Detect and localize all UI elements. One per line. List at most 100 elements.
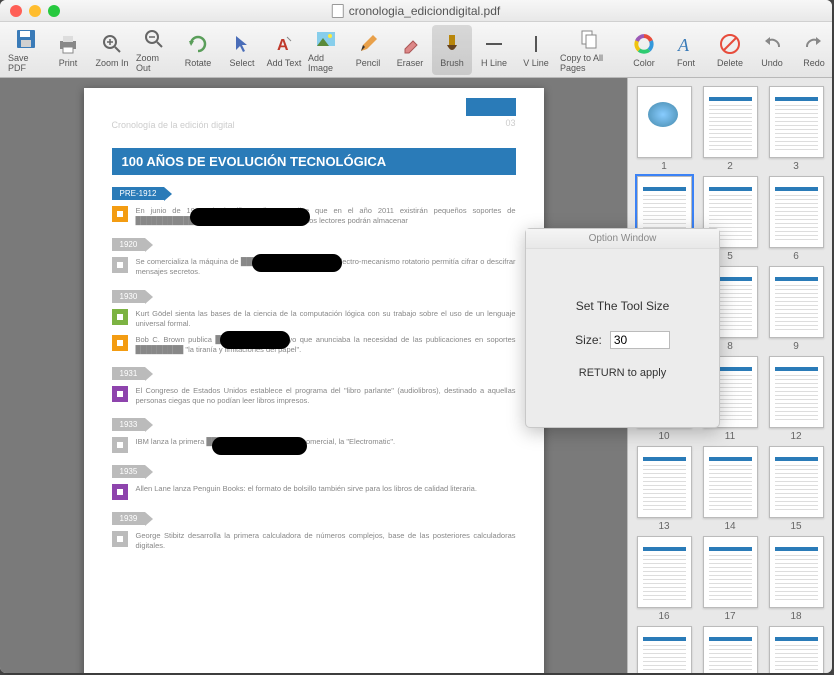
thumbnail-label: 16 xyxy=(634,611,694,622)
eraser-button[interactable]: Eraser xyxy=(390,25,430,75)
undo-button[interactable]: Undo xyxy=(752,25,792,75)
bullet-icon xyxy=(112,257,128,273)
thumbnail-13[interactable] xyxy=(637,446,692,518)
year-1930: 1930 xyxy=(112,290,146,303)
thumbnail-label: 9 xyxy=(766,341,826,352)
thumbnail-14[interactable] xyxy=(703,446,758,518)
size-input[interactable] xyxy=(610,331,670,349)
color-wheel-icon xyxy=(632,32,656,56)
save-pdf-button[interactable]: Save PDF xyxy=(6,25,46,75)
redo-button[interactable]: Redo xyxy=(794,25,832,75)
option-hint: RETURN to apply xyxy=(542,367,703,379)
brush-icon xyxy=(440,32,464,56)
toolbar: Save PDF Print Zoom In Zoom Out Rotate S… xyxy=(0,22,832,78)
copy-icon xyxy=(577,27,601,51)
thumbnail-18[interactable] xyxy=(769,536,824,608)
entry-text: El Congreso de Estados Unidos establece … xyxy=(136,386,516,406)
thumbnail-2[interactable] xyxy=(703,86,758,158)
option-heading: Set The Tool Size xyxy=(542,299,703,313)
add-image-button[interactable]: Add Image xyxy=(306,25,346,75)
thumbnail-label: 10 xyxy=(634,431,694,442)
delete-button[interactable]: Delete xyxy=(710,25,750,75)
year-1935: 1935 xyxy=(112,465,146,478)
zoom-out-button[interactable]: Zoom Out xyxy=(134,25,174,75)
vline-icon xyxy=(524,32,548,56)
option-window[interactable]: Option Window Set The Tool Size Size: RE… xyxy=(525,228,720,428)
thumbnail-label: 3 xyxy=(766,161,826,172)
pencil-button[interactable]: Pencil xyxy=(348,25,388,75)
thumbnail-15[interactable] xyxy=(769,446,824,518)
thumbnail-6[interactable] xyxy=(769,176,824,248)
select-button[interactable]: Select xyxy=(222,25,262,75)
floppy-icon xyxy=(14,27,38,51)
svg-text:A: A xyxy=(677,35,690,55)
minimize-window-button[interactable] xyxy=(29,5,41,17)
page-breadcrumb: Cronología de la edición digital xyxy=(112,120,516,130)
zoom-in-button[interactable]: Zoom In xyxy=(92,25,132,75)
window-title: cronologia_ediciondigital.pdf xyxy=(332,4,500,18)
thumbnail-label: 1 xyxy=(634,161,694,172)
year-1939: 1939 xyxy=(112,512,146,525)
bullet-icon xyxy=(112,386,128,402)
text-icon: A xyxy=(272,32,296,56)
thumbnail-17[interactable] xyxy=(703,536,758,608)
color-button[interactable]: Color xyxy=(624,25,664,75)
cursor-icon xyxy=(230,32,254,56)
thumbnail-label: 13 xyxy=(634,521,694,532)
zoom-window-button[interactable] xyxy=(48,5,60,17)
bullet-icon xyxy=(112,206,128,222)
pdf-page: Cronología de la edición digital 03 100 … xyxy=(84,88,544,673)
hline-button[interactable]: H Line xyxy=(474,25,514,75)
delete-icon xyxy=(718,32,742,56)
thumbnail-19[interactable] xyxy=(637,626,692,673)
bullet-icon xyxy=(112,309,128,325)
print-button[interactable]: Print xyxy=(48,25,88,75)
page-logo-badge xyxy=(466,98,516,116)
entry-text: Allen Lane lanza Penguin Books: el forma… xyxy=(136,484,516,494)
entry-text: IBM lanza la primera ████████████ eléctr… xyxy=(136,437,516,447)
thumbnail-12[interactable] xyxy=(769,356,824,428)
rotate-button[interactable]: Rotate xyxy=(178,25,218,75)
add-text-button[interactable]: AAdd Text xyxy=(264,25,304,75)
copy-all-pages-button[interactable]: Copy to All Pages xyxy=(558,25,620,75)
option-window-title: Option Window xyxy=(526,229,719,249)
thumbnail-9[interactable] xyxy=(769,266,824,338)
svg-text:A: A xyxy=(277,37,289,54)
thumbnail-label: 12 xyxy=(766,431,826,442)
thumbnail-21[interactable] xyxy=(769,626,824,673)
brush-button[interactable]: Brush xyxy=(432,25,472,75)
entry-text: Bob C. Brown publica ██████████ ensayo q… xyxy=(136,335,516,355)
thumbnail-16[interactable] xyxy=(637,536,692,608)
close-window-button[interactable] xyxy=(10,5,22,17)
thumbnail-label: 17 xyxy=(700,611,760,622)
font-icon: A xyxy=(674,32,698,56)
bullet-icon xyxy=(112,437,128,453)
year-1933: 1933 xyxy=(112,418,146,431)
zoom-out-icon xyxy=(142,27,166,51)
bullet-icon xyxy=(112,335,128,351)
thumbnail-1[interactable] xyxy=(637,86,692,158)
eraser-icon xyxy=(398,32,422,56)
thumbnail-3[interactable] xyxy=(769,86,824,158)
option-window-body: Set The Tool Size Size: RETURN to apply xyxy=(526,249,719,379)
size-label: Size: xyxy=(575,333,602,347)
page-number: 03 xyxy=(505,118,515,128)
bullet-icon xyxy=(112,531,128,547)
thumbnail-20[interactable] xyxy=(703,626,758,673)
printer-icon xyxy=(56,32,80,56)
zoom-in-icon xyxy=(100,32,124,56)
entry-text: George Stibitz desarrolla la primera cal… xyxy=(136,531,516,551)
traffic-lights xyxy=(0,5,60,17)
bullet-icon xyxy=(112,484,128,500)
year-1931: 1931 xyxy=(112,367,146,380)
year-1920: 1920 xyxy=(112,238,146,251)
thumbnail-label: 2 xyxy=(700,161,760,172)
document-icon xyxy=(332,4,344,18)
window-title-text: cronologia_ediciondigital.pdf xyxy=(349,4,500,18)
rotate-icon xyxy=(186,32,210,56)
thumbnail-label: 6 xyxy=(766,251,826,262)
font-button[interactable]: AFont xyxy=(666,25,706,75)
pencil-icon xyxy=(356,32,380,56)
redo-icon xyxy=(802,32,826,56)
vline-button[interactable]: V Line xyxy=(516,25,556,75)
